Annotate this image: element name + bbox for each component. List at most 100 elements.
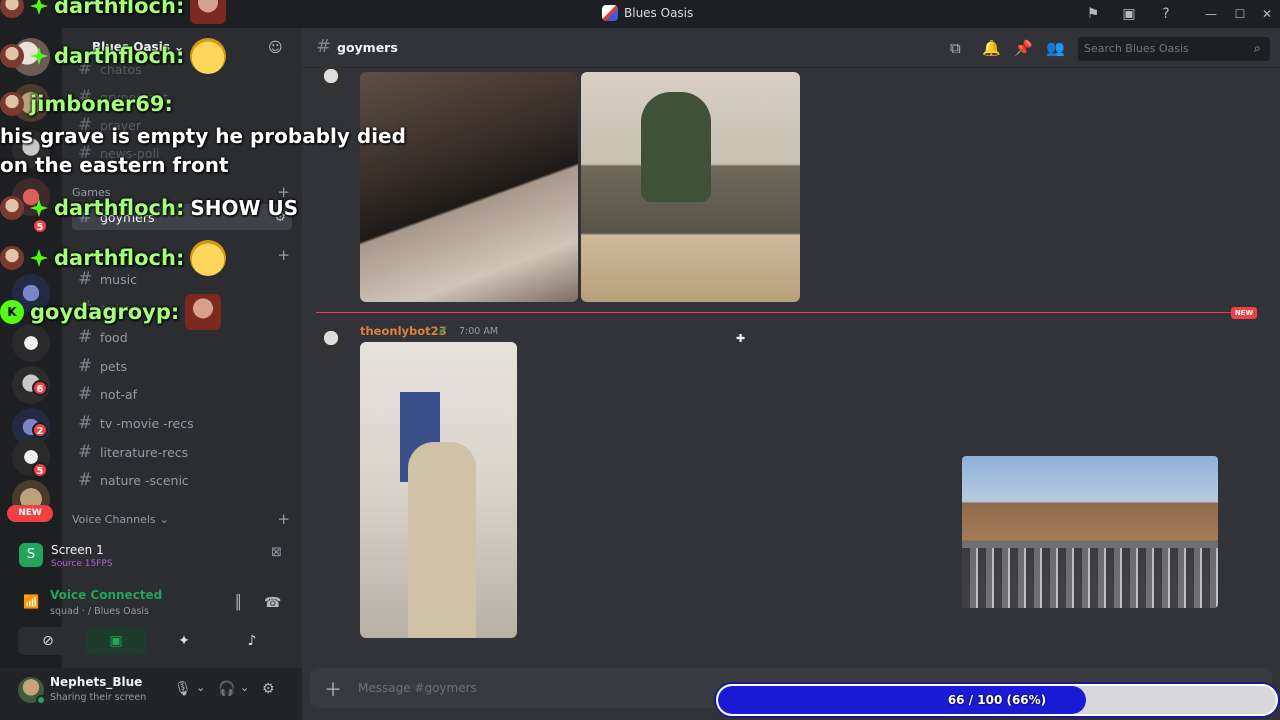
chevron-down-icon[interactable]: ⌄ [240, 681, 249, 694]
subscriber-badge-icon [30, 199, 48, 217]
image-attachment[interactable] [581, 72, 800, 302]
signal-icon: 📶 [23, 595, 40, 610]
channel-tv-movie-recs[interactable]: # tv -movie -recs [72, 410, 292, 436]
discord-logo-icon [602, 5, 618, 21]
goal-progress-bar: 66 / 100 (66%) [716, 684, 1278, 716]
noise-suppression-icon[interactable]: ║ [234, 595, 242, 611]
channel-label: literature-recs [100, 444, 189, 460]
chat-username: darthfloch: [54, 44, 185, 68]
channel-label: nature -scenic [100, 472, 189, 488]
member-list-icon[interactable]: 👥 [1046, 39, 1065, 57]
image-attachment[interactable] [360, 72, 578, 302]
kick-logo-icon: K [0, 300, 24, 324]
avatar [0, 92, 24, 116]
overlay-chat-message: darthfloch: [0, 0, 227, 24]
add-friend-icon[interactable]: ☺ [268, 40, 283, 56]
avatar [0, 44, 24, 68]
online-status-dot [36, 695, 46, 705]
flag-icon[interactable]: ⚑ [1084, 5, 1102, 23]
pin-icon[interactable]: 📌 [1014, 39, 1033, 57]
avatar[interactable] [316, 64, 346, 94]
user-panel: Nephets_Blue Sharing their screen 🎙 ⌄ 🎧 … [0, 668, 302, 720]
category-label: Voice Channels [72, 513, 156, 526]
overlay-chat-message: darthfloch: [0, 38, 227, 74]
image-attachment[interactable] [360, 342, 517, 638]
chat-text: SHOW US [190, 196, 299, 220]
channel-label: not-af [100, 386, 138, 402]
overlay-chat-message: K goydagroyp: [0, 294, 222, 330]
subscriber-badge-icon [30, 249, 48, 267]
headphones-icon[interactable]: 🎧 [218, 681, 235, 697]
help-icon[interactable]: ? [1157, 5, 1175, 23]
channel-not-af[interactable]: # not-af [72, 381, 292, 407]
emote-icon [190, 38, 227, 74]
chat-username: darthfloch: [54, 246, 185, 270]
username[interactable]: Nephets_Blue [50, 675, 142, 689]
screen-share-app-icon: S [19, 543, 43, 567]
chevron-down-icon[interactable]: ⌄ [196, 681, 205, 694]
message-author[interactable]: theonlybot23 [360, 324, 447, 338]
channel-header: # goymers ⧉ 🔔 📌 👥 ⌕ [302, 28, 1280, 68]
channel-literature-recs[interactable]: # literature-recs [72, 439, 292, 465]
window-title: Blues Oasis [602, 5, 693, 21]
avatar[interactable] [316, 326, 346, 356]
channel-nature-scenic[interactable]: # nature -scenic [72, 467, 292, 493]
notification-bell-icon[interactable]: 🔔 [982, 39, 1001, 57]
server-unread-badge: 6 [32, 380, 48, 396]
chat-username: darthfloch: [54, 196, 185, 220]
hash-icon: # [78, 327, 93, 347]
soundboard-button[interactable]: ♪ [222, 627, 282, 655]
emote-icon [190, 0, 227, 24]
hash-icon: # [78, 413, 93, 433]
maximize-button[interactable]: ☐ [1230, 4, 1250, 24]
chevron-down-icon: ⌄ [159, 513, 169, 526]
window-title-text: Blues Oasis [624, 6, 694, 20]
add-voice-channel-icon[interactable]: + [277, 510, 290, 528]
server-unread-badge: 5 [32, 218, 48, 234]
chat-username: darthfloch: [54, 0, 185, 18]
overlay-chat-message: darthfloch: SHOW US [0, 196, 298, 220]
threads-icon[interactable]: ⧉ [950, 39, 961, 57]
channel-title: goymers [337, 40, 398, 55]
progress-label: 66 / 100 (66%) [947, 693, 1047, 707]
emote-icon [185, 294, 222, 330]
avatar [0, 196, 24, 220]
minimize-button[interactable]: — [1201, 4, 1221, 24]
new-servers-badge[interactable]: NEW [7, 505, 53, 522]
screen-share-title: Screen 1 [51, 543, 104, 557]
inbox-icon[interactable]: ▣ [1120, 5, 1138, 23]
new-messages-divider [316, 312, 1246, 313]
message-timestamp: 7:00 AM [459, 326, 499, 337]
channel-label: tv -movie -recs [100, 415, 194, 431]
close-button[interactable]: ✕ [1257, 4, 1277, 24]
add-channel-icon[interactable]: + [277, 246, 290, 264]
hash-icon: # [78, 356, 93, 376]
verified-badge-icon: ✔ [438, 323, 449, 337]
voice-location[interactable]: squad · / Blues Oasis [50, 606, 149, 617]
disconnect-icon[interactable]: ☎ [264, 595, 281, 611]
channel-pets[interactable]: # pets [72, 353, 292, 379]
new-messages-badge: NEW [1231, 307, 1257, 319]
activities-button[interactable]: ✦ [154, 627, 214, 655]
chat-username: goydagroyp: [30, 300, 180, 324]
voice-connection-panel: 📶 Voice Connected squad · / Blues Oasis … [8, 585, 296, 625]
avatar [0, 0, 24, 18]
overlay-chat-message: jimboner69: [0, 92, 173, 116]
mouse-cursor-icon: ✚ [736, 332, 746, 345]
screen-share-panel: S Screen 1 Source 15FPS ⊠ [8, 535, 296, 577]
webcam-overlay [962, 456, 1218, 608]
voice-status[interactable]: Voice Connected [50, 588, 162, 602]
stop-stream-icon[interactable]: ⊠ [271, 545, 282, 560]
screen-share-source: Source 15FPS [51, 559, 113, 569]
microphone-icon[interactable]: 🎙 [174, 681, 192, 697]
channel-label: pets [100, 358, 128, 374]
voice-controls: ⊘ ▣ ✦ ♪ [8, 625, 296, 661]
chat-username: jimboner69: [30, 92, 173, 116]
screen-share-button[interactable]: ▣ [86, 627, 146, 655]
camera-off-button[interactable]: ⊘ [18, 627, 78, 655]
search-input[interactable] [1078, 37, 1270, 61]
attach-plus-icon[interactable]: ＋ [324, 676, 342, 702]
settings-gear-icon[interactable]: ⚙ [262, 681, 275, 697]
emote-icon [190, 240, 227, 276]
category-voice-channels[interactable]: Voice Channels ⌄ [72, 513, 169, 526]
